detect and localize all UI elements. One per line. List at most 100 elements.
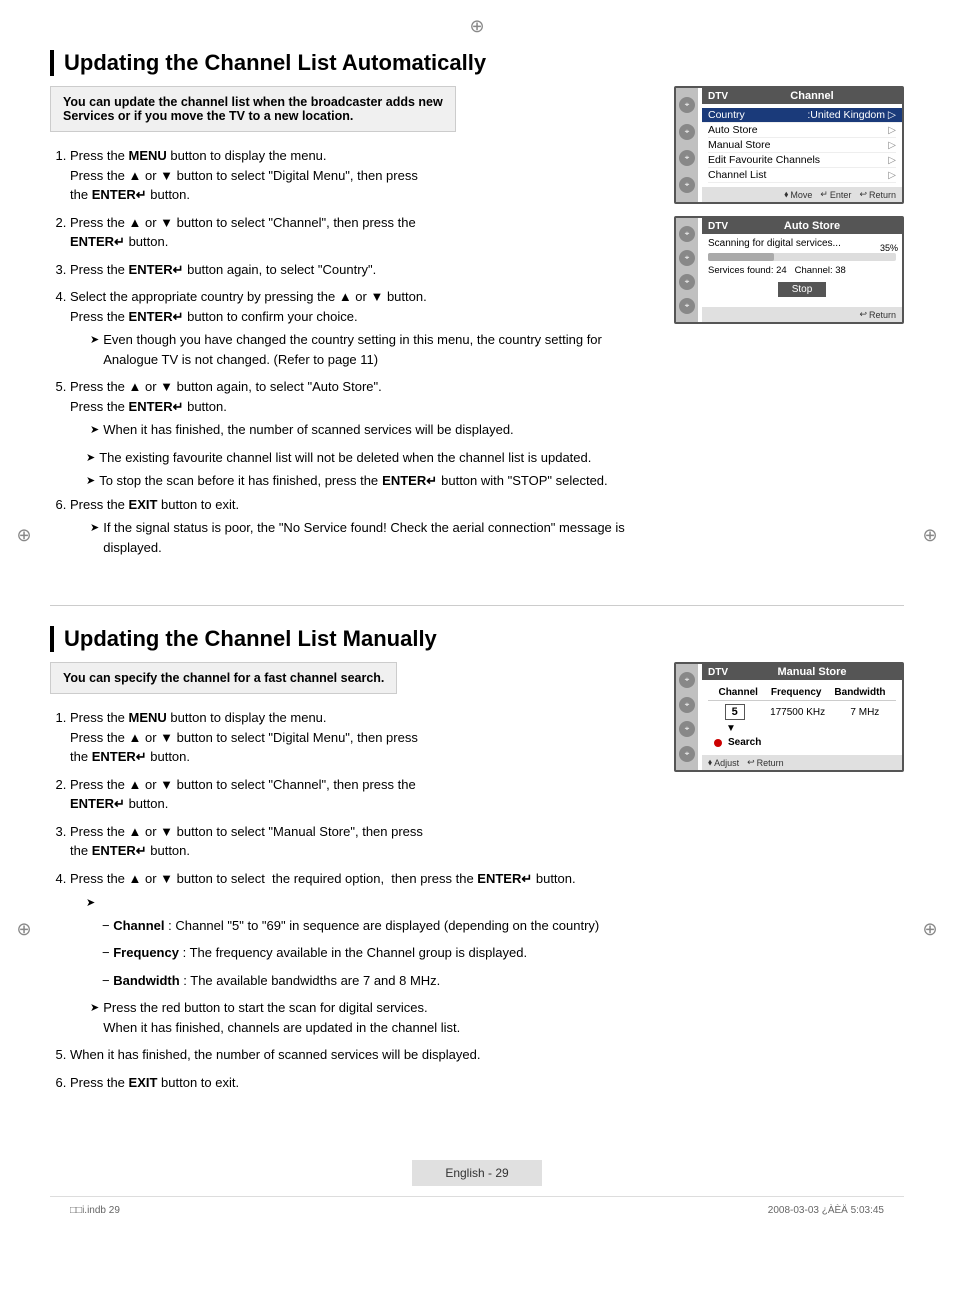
tv-btn-3-1: ⌖ xyxy=(679,672,695,688)
tv-down-arrow: ▼ xyxy=(708,723,896,734)
tv-btn-2: ⌖ xyxy=(679,124,695,140)
tv-screen-channel: ⌖ ⌖ ⌖ ⌖ DTV Channel xyxy=(674,86,904,204)
footer-center: English - 29 xyxy=(50,1140,904,1186)
tv-progress-wrap: 35% xyxy=(708,253,896,261)
tv-item-manualstore-arrow: ▷ xyxy=(888,140,896,151)
step2-2: Press the ▲ or ▼ button to select "Chann… xyxy=(70,775,654,814)
step2-4-note: Channel : Channel "5" to "69" in sequenc… xyxy=(70,892,654,990)
step2-4-red-note: Press the red button to start the scan f… xyxy=(70,998,654,1037)
tv-item-channellist-arrow: ▷ xyxy=(888,170,896,181)
tv-item-country-value: :United Kingdom ▷ xyxy=(807,109,896,121)
tv-search-label: Search xyxy=(728,737,761,748)
step1-4: Select the appropriate country by pressi… xyxy=(70,287,654,369)
tv-item-channellist: Channel List ▷ xyxy=(708,168,896,183)
step1-5-note3: To stop the scan before it has finished,… xyxy=(50,471,654,491)
tv-search-dot xyxy=(714,739,722,747)
tv-item-autostore: Auto Store ▷ xyxy=(708,123,896,138)
tv-manual-values: 5 177500 KHz 7 MHz xyxy=(708,701,896,723)
tv-btn-3: ⌖ xyxy=(679,150,695,166)
tv-scanning-text: Scanning for digital services... xyxy=(708,238,896,249)
tv-dtv-label: DTV xyxy=(708,91,728,102)
footer-move: ⬧Move xyxy=(784,189,812,200)
tv-header-autostore: DTV Auto Store xyxy=(702,218,902,234)
col-channel: Channel xyxy=(718,687,757,698)
section2-instructions: You can specify the channel for a fast c… xyxy=(50,662,654,1100)
tv-bw-val: 7 MHz xyxy=(850,707,879,718)
tv-btn-2-4: ⌖ xyxy=(679,298,695,314)
tv-item-country: Country :United Kingdom ▷ xyxy=(702,108,902,123)
tv-dtv-label-2: DTV xyxy=(708,221,728,232)
col-bandwidth: Bandwidth xyxy=(834,687,885,698)
tv-services-info: Services found: 24 Channel: 38 xyxy=(708,265,896,276)
tv-btn-3-3: ⌖ xyxy=(679,721,695,737)
step2-4: Press the ▲ or ▼ button to select the re… xyxy=(70,869,654,1038)
footer-adjust-label: Adjust xyxy=(714,758,739,768)
tv-btn-1: ⌖ xyxy=(679,97,695,113)
tv-item-manualstore: Manual Store ▷ xyxy=(708,138,896,153)
tv-header-manual: DTV Manual Store xyxy=(702,664,902,680)
tv-body-manual: Channel Frequency Bandwidth 5 177500 KHz… xyxy=(702,680,902,755)
tv-item-editfav-label: Edit Favourite Channels xyxy=(708,154,820,166)
tv-progress-fill xyxy=(708,253,774,261)
crosshair-right-top: ⊕ xyxy=(920,526,940,546)
subitem-frequency: Frequency : The frequency available in t… xyxy=(102,943,654,963)
section2-steps: Press the MENU button to display the men… xyxy=(50,708,654,1092)
tv-item-channellist-label: Channel List xyxy=(708,169,766,181)
footer-enter-label: Enter xyxy=(830,190,852,200)
footer-return-2: ↩Return xyxy=(859,309,896,320)
tv-item-editfav-arrow: ▷ xyxy=(888,155,896,166)
tv-channel-val: 5 xyxy=(725,704,745,720)
section1-steps: Press the MENU button to display the men… xyxy=(50,146,654,440)
step1-6-note: If the signal status is poor, the "No Se… xyxy=(70,518,654,557)
step1-5-note1: When it has finished, the number of scan… xyxy=(70,420,654,440)
tv-panels-section2: ⌖ ⌖ ⌖ ⌖ DTV Manual Store xyxy=(674,662,904,772)
tv-progress-label: 35% xyxy=(880,243,898,253)
footer-adjust: ⬧Adjust xyxy=(708,757,739,768)
print-footer-right: 2008-03-03 ¿ÀÈÄ 5:03:45 xyxy=(768,1205,884,1216)
tv-stop-wrap: Stop xyxy=(708,282,896,297)
footer-return: ↩Return xyxy=(859,189,896,200)
subitem-channel: Channel : Channel "5" to "69" in sequenc… xyxy=(102,916,654,936)
crosshair-top: ⊕ xyxy=(467,16,487,36)
tv-body-channel: Country :United Kingdom ▷ Auto Store ▷ M… xyxy=(702,104,902,187)
step1-5: Press the ▲ or ▼ button again, to select… xyxy=(70,377,654,440)
step2-5: When it has finished, the number of scan… xyxy=(70,1045,654,1065)
tv-channel-title: Channel xyxy=(790,90,833,102)
tv-item-autostore-label: Auto Store xyxy=(708,124,758,136)
tv-screen-autostore: ⌖ ⌖ ⌖ ⌖ DTV Auto Store xyxy=(674,216,904,324)
tv-btn-2-2: ⌖ xyxy=(679,250,695,266)
step2-1: Press the MENU button to display the men… xyxy=(70,708,654,767)
tv-content-autostore: DTV Auto Store Scanning for digital serv… xyxy=(702,218,902,322)
footer-return-3: ↩Return xyxy=(747,757,784,768)
tv-item-autostore-arrow: ▷ xyxy=(888,125,896,136)
tv-content-manual: DTV Manual Store Channel Frequency Bandw… xyxy=(702,664,902,770)
tv-sidebar-2: ⌖ ⌖ ⌖ ⌖ xyxy=(676,218,698,322)
section-manual-update: Updating the Channel List Manually You c… xyxy=(50,626,904,1100)
footer-return-3-label: Return xyxy=(757,758,784,768)
crosshair-left-top: ⊕ xyxy=(14,526,34,546)
tv-body-autostore: Scanning for digital services... 35% Ser… xyxy=(702,234,902,307)
footer-return-label: Return xyxy=(869,190,896,200)
step2-4-subitems: Channel : Channel "5" to "69" in sequenc… xyxy=(86,916,654,991)
tv-item-country-label: Country xyxy=(708,109,745,121)
tv-screen-manualstore: ⌖ ⌖ ⌖ ⌖ DTV Manual Store xyxy=(674,662,904,772)
subitem-bandwidth: Bandwidth : The available bandwidths are… xyxy=(102,971,654,991)
step2-6: Press the EXIT button to exit. xyxy=(70,1073,654,1093)
tv-header-channel: DTV Channel xyxy=(702,88,902,104)
tv-stop-button[interactable]: Stop xyxy=(778,282,827,297)
tv-search-wrap: Search xyxy=(708,734,896,751)
tv-btn-2-1: ⌖ xyxy=(679,226,695,242)
section2-title: Updating the Channel List Manually xyxy=(50,626,904,652)
tv-btn-3-2: ⌖ xyxy=(679,697,695,713)
col-frequency: Frequency xyxy=(771,687,822,698)
tv-manual-cols: Channel Frequency Bandwidth xyxy=(708,684,896,701)
section-auto-update: Updating the Channel List Automatically … xyxy=(50,50,904,565)
section1-title: Updating the Channel List Automatically xyxy=(50,50,904,76)
tv-autostore-title: Auto Store xyxy=(784,220,840,232)
crosshair-left-bottom: ⊕ xyxy=(14,920,34,940)
tv-footer-autostore: ↩Return xyxy=(702,307,902,322)
crosshair-right-bottom: ⊕ xyxy=(920,920,940,940)
tv-freq-val: 177500 KHz xyxy=(770,707,825,718)
tv-item-manualstore-label: Manual Store xyxy=(708,139,770,151)
footer-enter: ↵Enter xyxy=(820,189,851,200)
